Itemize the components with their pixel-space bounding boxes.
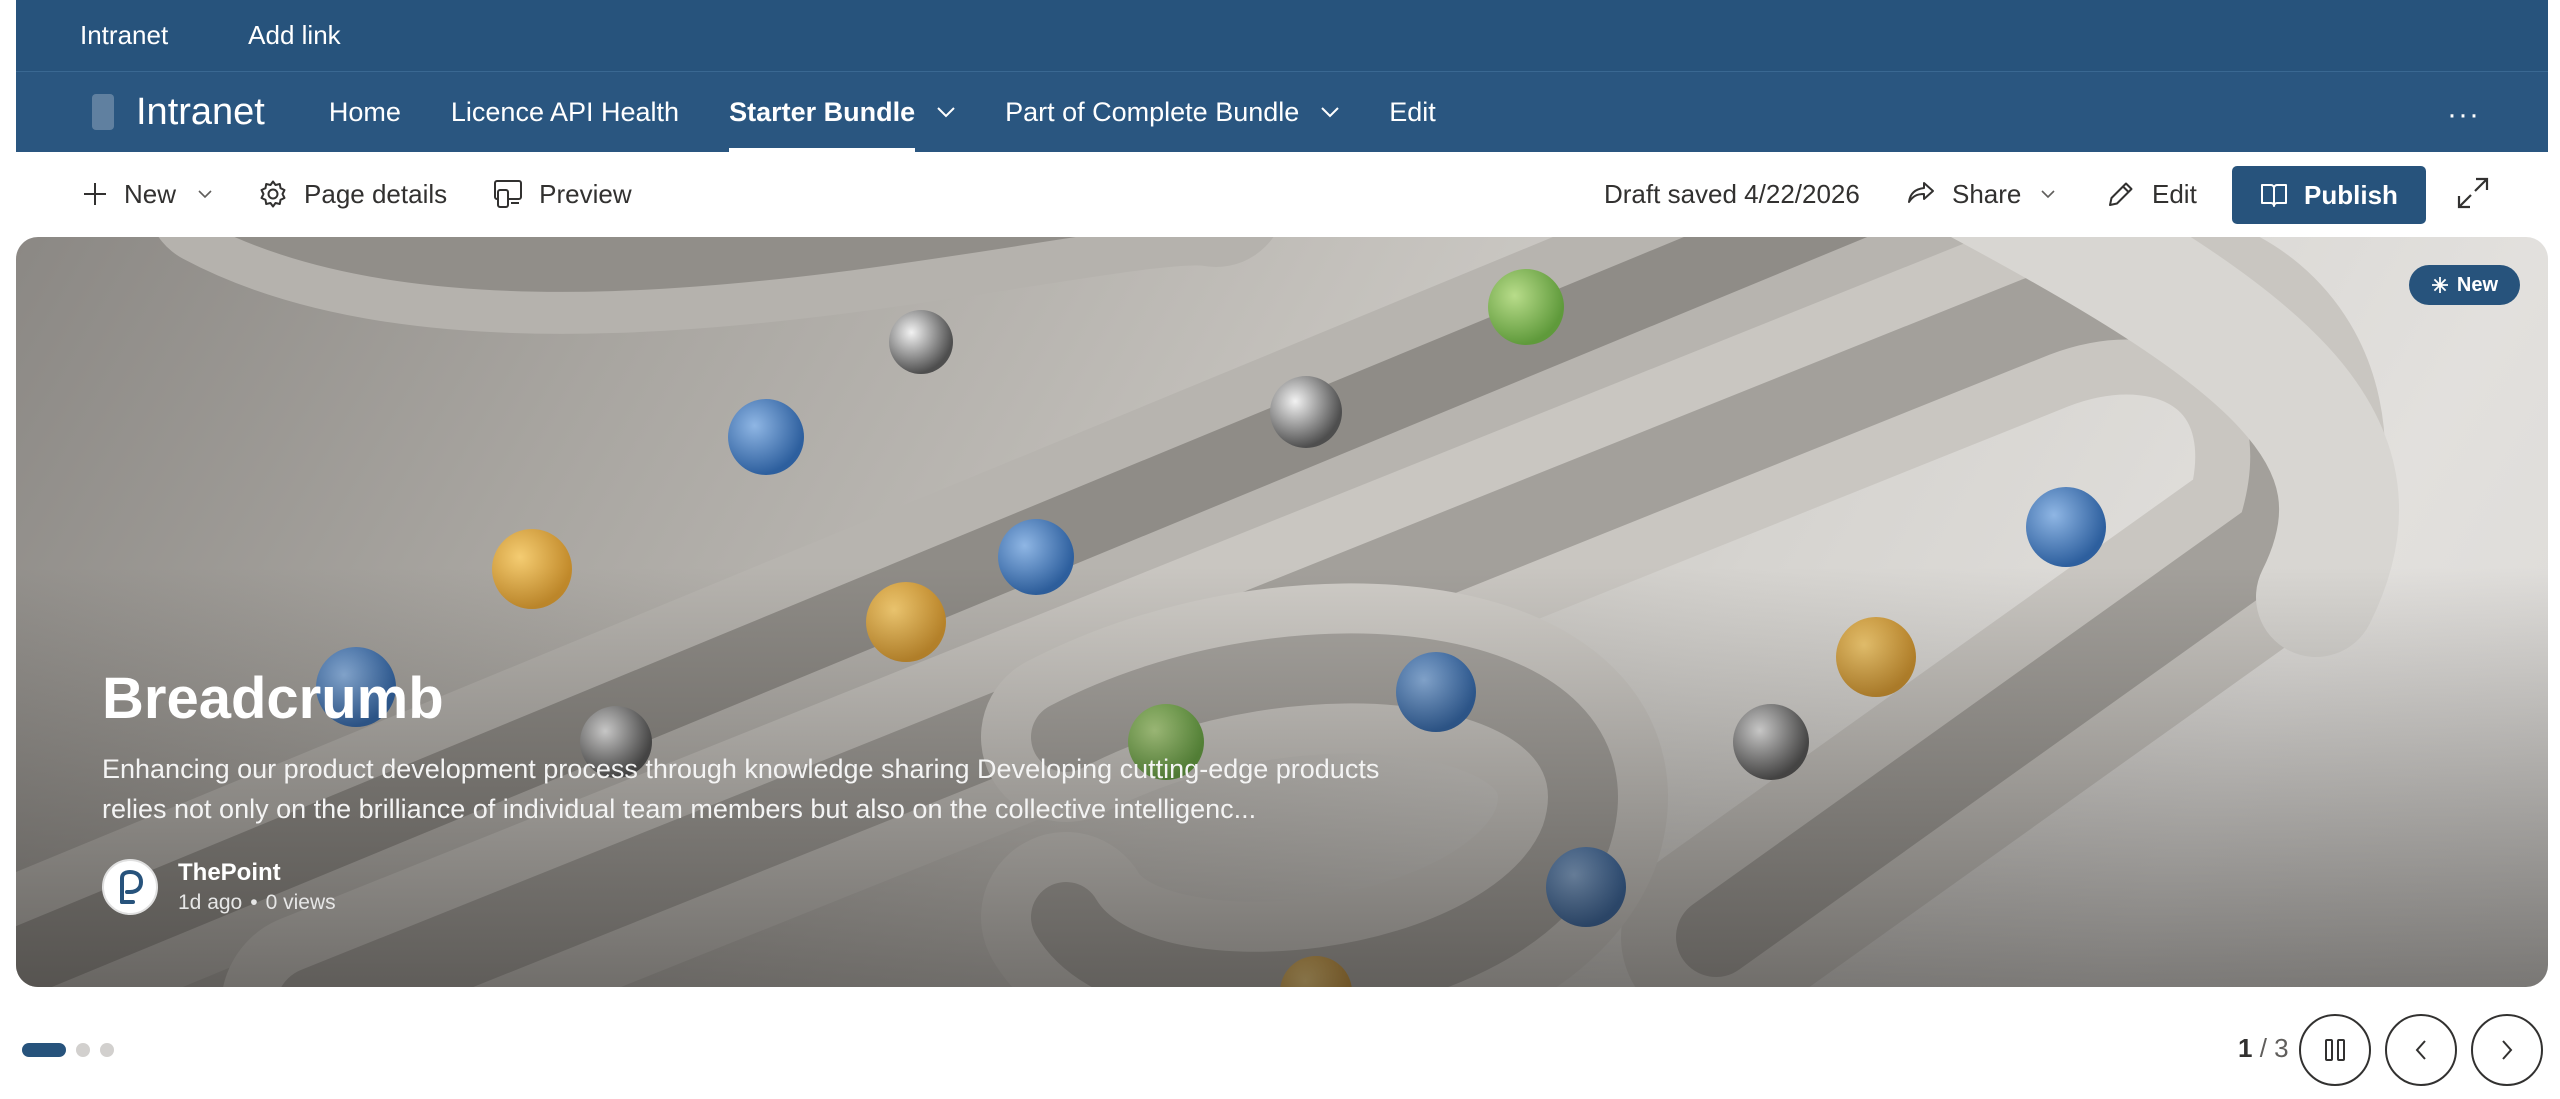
thepoint-logo-icon [120,869,144,904]
next-slide-button[interactable] [2471,1014,2543,1086]
share-button[interactable]: Share [1906,179,2055,210]
author-meta: ThePoint 1d ago • 0 views [178,859,336,915]
nav-edit-link[interactable]: Edit [1389,72,1436,152]
total-slides: / 3 [2259,1033,2289,1063]
site-navigation: Home Licence API Health Starter Bundle P… [329,72,1486,152]
chevron-down-icon [2041,190,2055,199]
nav-item-home[interactable]: Home [329,72,401,152]
suite-home-link[interactable]: Intranet [80,20,168,51]
hero-description: Enhancing our product development proces… [102,754,1380,824]
chevron-left-icon [2415,1040,2426,1060]
preview-icon [494,180,523,208]
edit-label: Edit [2152,178,2197,209]
gear-icon [260,180,286,208]
nav-item-part-of-complete-bundle[interactable]: Part of Complete Bundle [1005,72,1339,152]
book-open-icon [2261,184,2288,207]
more-options-icon[interactable]: ··· [2447,98,2480,132]
hero-title[interactable]: Breadcrumb [102,665,444,732]
suite-bar: Intranet Add link [16,0,2548,72]
previous-slide-button[interactable] [2385,1014,2457,1086]
chevron-down-icon [198,190,212,199]
site-logo-icon [92,94,114,130]
share-icon [1908,182,1934,203]
pause-button[interactable] [2299,1014,2371,1086]
page-details-button[interactable]: Page details [258,179,447,210]
hero-banner[interactable]: New Breadcrumb Enhancing our product dev… [16,237,2548,987]
nav-label: Part of Complete Bundle [1005,96,1300,127]
current-slide: 1 [2238,1033,2253,1063]
nav-item-licence-api-health[interactable]: Licence API Health [451,72,679,152]
preview-label: Preview [539,178,632,209]
page-details-label: Page details [304,178,448,209]
carousel-dot-active[interactable] [22,1043,66,1057]
view-count: 0 views [265,891,336,914]
publish-button[interactable]: Publish [2232,166,2426,224]
expand-icon[interactable] [2456,176,2490,210]
share-label: Share [1952,178,2022,209]
separator-dot: • [250,891,258,914]
edit-button[interactable]: Edit [2106,179,2197,210]
sparkle-icon [2431,277,2448,293]
pencil-icon [2109,182,2133,206]
slide-counter: 1 / 3 [2238,1033,2289,1064]
nav-label: Home [328,96,401,127]
site-title[interactable]: Intranet [136,91,265,134]
pause-icon [2325,1039,2345,1061]
add-link-button[interactable]: Add link [248,20,341,51]
publish-label: Publish [2304,179,2398,210]
site-header: Intranet Home Licence API Health Starter… [16,72,2548,152]
carousel-dot[interactable] [76,1043,90,1057]
nav-label: Licence API Health [450,96,680,127]
author-info: ThePoint 1d ago • 0 views [102,859,336,915]
post-age: 1d ago [178,891,243,914]
nav-label: Edit [1389,96,1436,127]
chevron-right-icon [2502,1040,2513,1060]
plus-icon [84,183,106,205]
chevron-down-icon[interactable] [1321,106,1339,118]
post-stats: 1d ago • 0 views [178,891,336,915]
new-label: New [124,178,177,209]
nav-label: Starter Bundle [729,73,916,152]
draft-status: Draft saved 4/22/2026 [1604,178,1860,209]
new-badge: New [2408,265,2520,305]
carousel-indicators [22,1043,114,1057]
author-name[interactable]: ThePoint [178,859,336,887]
avatar[interactable] [102,859,158,915]
carousel-dot[interactable] [100,1043,114,1057]
nav-item-starter-bundle[interactable]: Starter Bundle [729,72,955,152]
preview-button[interactable]: Preview [493,178,632,210]
command-bar: New Page details Preview Draft saved 4/2… [16,152,2548,236]
new-button[interactable]: New [82,179,212,210]
chevron-down-icon[interactable] [937,106,955,118]
new-badge-label: New [2456,273,2498,296]
